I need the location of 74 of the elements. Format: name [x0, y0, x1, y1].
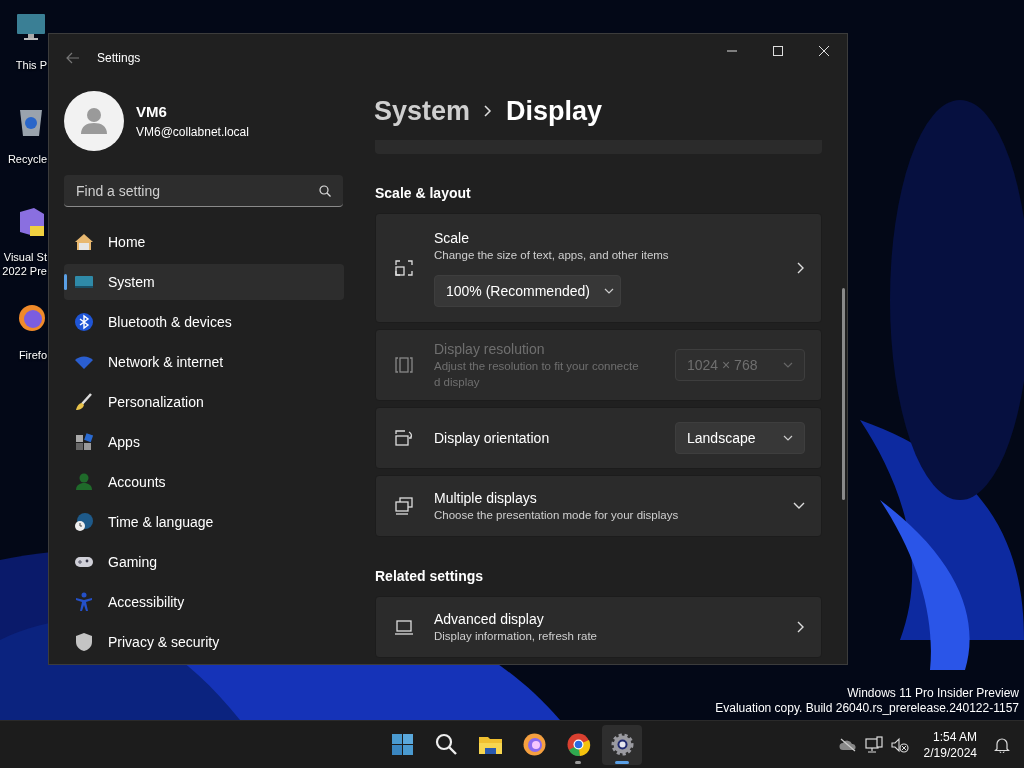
desktop-icon-label[interactable]: This P: [0, 58, 47, 72]
taskbar-button[interactable]: [602, 724, 642, 765]
desktop-icon-label[interactable]: Firefo: [0, 348, 47, 362]
brush-icon: [74, 392, 94, 412]
desktop-notice: Windows 11 Pro Insider Preview: [846, 686, 1019, 701]
start-icon: [389, 732, 415, 757]
user-name: VM6: [136, 101, 168, 122]
clock[interactable]: 1:54 AM 2/19/2024: [922, 727, 978, 762]
bell-icon[interactable]: [994, 736, 1010, 753]
chevron-down-icon: [603, 288, 614, 294]
home-icon: [74, 232, 94, 252]
gear-icon: [609, 732, 635, 757]
user-email: VM6@collabnet.local: [136, 124, 249, 142]
setting-title: Advanced display: [434, 610, 545, 628]
chevron-right-icon: [484, 105, 493, 117]
search-icon: [433, 732, 459, 757]
back-arrow-icon: [66, 52, 80, 64]
section-heading: Scale & layout: [375, 184, 472, 203]
scrollbar[interactable]: [842, 288, 845, 500]
bluetooth-icon: [74, 312, 94, 332]
person-icon: [79, 106, 109, 136]
setting-description: Display information, refresh rate: [434, 629, 598, 644]
window-title: Settings: [97, 50, 141, 67]
setting-title: Display resolution: [434, 340, 546, 358]
chevron-down-icon: [783, 362, 793, 368]
desktop-notice: Evaluation copy. Build 26040.rs_prerelease.240122-1157: [715, 701, 1019, 716]
apps-icon: [74, 432, 94, 452]
search-field[interactable]: Find a setting: [64, 175, 343, 207]
dropdown[interactable]: Landscape: [675, 422, 805, 454]
chevron-right-icon[interactable]: [797, 262, 805, 274]
chevron-right-icon[interactable]: [797, 621, 805, 633]
setting-title: Display orientation: [434, 429, 551, 447]
laptop-icon: [394, 617, 414, 637]
firefox-icon: [521, 732, 547, 757]
nav-item[interactable]: Privacy & security: [64, 624, 344, 660]
multiple-displays-icon: [394, 496, 414, 516]
nav-item[interactable]: Network & internet: [64, 344, 344, 380]
cloud-off-icon[interactable]: [838, 737, 857, 752]
clock-icon: [74, 512, 94, 532]
setting-description: Adjust the resolution to fit your connecte d display: [434, 359, 640, 390]
search-icon[interactable]: [319, 185, 331, 197]
person-icon: [74, 472, 94, 492]
close-icon: [818, 46, 830, 56]
nav-item[interactable]: Accounts: [64, 464, 344, 500]
desktop-icon-label[interactable]: Recycle: [0, 152, 47, 166]
section-heading: Related settings: [375, 567, 485, 586]
nav-item[interactable]: Time & language: [64, 504, 344, 540]
network-icon[interactable]: [864, 735, 883, 754]
setting-title: Scale: [434, 229, 471, 247]
chevron-down-icon: [783, 435, 793, 441]
nav-item[interactable]: System: [64, 264, 344, 300]
chevron-down-icon[interactable]: [793, 502, 805, 510]
firefox-icon[interactable]: [16, 302, 46, 334]
page-title: Display: [506, 94, 603, 128]
scale-icon: [394, 258, 414, 278]
breadcrumb-link[interactable]: System: [374, 90, 471, 132]
nav-item[interactable]: Bluetooth & devices: [64, 304, 344, 340]
chrome-icon: [565, 732, 591, 757]
nav-item[interactable]: Home: [64, 224, 344, 260]
nav-item[interactable]: Accessibility: [64, 584, 344, 620]
resolution-icon: [394, 355, 414, 375]
accessibility-icon: [74, 592, 94, 612]
nav-item[interactable]: Personalization: [64, 384, 344, 420]
shield-icon: [74, 632, 94, 652]
volume-muted-icon[interactable]: [890, 736, 909, 753]
nav-item[interactable]: Apps: [64, 424, 344, 460]
setting-title: Multiple displays: [434, 489, 538, 507]
setting-description: Choose the presentation mode for your displays: [434, 508, 680, 523]
dropdown[interactable]: 100% (Recommended): [434, 275, 621, 307]
setting-description: Change the size of text, apps, and other items: [434, 248, 670, 263]
maximize-icon: [772, 46, 784, 56]
rotate-screen-icon: [394, 428, 414, 448]
nav-item[interactable]: Gaming: [64, 544, 344, 580]
desktop-icon-label[interactable]: Visual St 2022 Pre: [0, 250, 47, 278]
